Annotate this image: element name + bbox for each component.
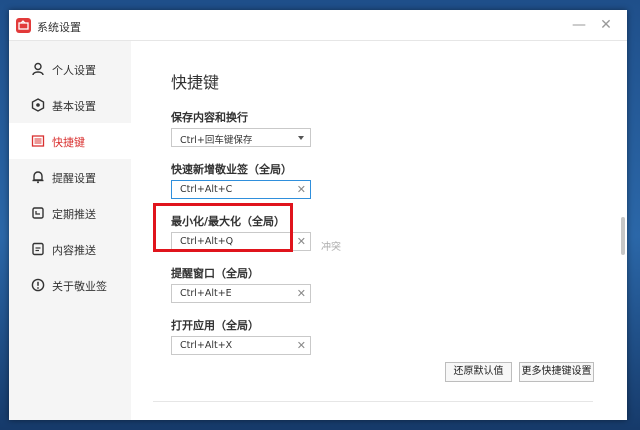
more-shortcuts-button[interactable]: 更多快捷键设置 bbox=[519, 362, 594, 382]
title-bar: 系统设置 — ✕ bbox=[9, 10, 627, 41]
document-icon bbox=[31, 242, 45, 256]
quick-add-shortcut-value: Ctrl+Alt+C bbox=[180, 184, 233, 195]
settings-window: 系统设置 — ✕ 个人设置 基本设置 快捷键 提醒设置 定期推送 内容推送 关于… bbox=[9, 10, 627, 420]
clear-icon[interactable]: ✕ bbox=[297, 338, 306, 354]
sidebar-item-shortcuts[interactable]: 快捷键 bbox=[9, 123, 131, 159]
sidebar-item-basic[interactable]: 基本设置 bbox=[9, 87, 131, 123]
clear-icon[interactable]: ✕ bbox=[297, 234, 306, 250]
open-app-label: 打开应用（全局） bbox=[171, 319, 259, 332]
close-button[interactable]: ✕ bbox=[597, 16, 615, 34]
bell-icon bbox=[31, 170, 45, 184]
user-icon bbox=[31, 62, 45, 76]
sidebar-item-label: 个人设置 bbox=[52, 64, 96, 77]
info-icon bbox=[31, 278, 45, 292]
sidebar-item-label: 内容推送 bbox=[52, 244, 96, 257]
window-title: 系统设置 bbox=[37, 21, 81, 34]
sidebar: 个人设置 基本设置 快捷键 提醒设置 定期推送 内容推送 关于敬业签 bbox=[9, 41, 131, 420]
reminder-window-shortcut-value: Ctrl+Alt+E bbox=[180, 288, 232, 299]
chevron-down-icon bbox=[298, 136, 304, 140]
reminder-window-shortcut-input[interactable]: Ctrl+Alt+E ✕ bbox=[171, 284, 311, 303]
app-logo-icon bbox=[16, 18, 31, 33]
save-and-newline-select[interactable]: Ctrl+回车键保存 bbox=[171, 128, 311, 147]
sidebar-item-label: 快捷键 bbox=[52, 136, 85, 149]
open-app-shortcut-value: Ctrl+Alt+X bbox=[180, 340, 233, 351]
sidebar-item-label: 基本设置 bbox=[52, 100, 96, 113]
scrollbar-thumb[interactable] bbox=[621, 217, 625, 255]
annotation-highlight-box bbox=[153, 203, 293, 252]
quick-add-shortcut-input[interactable]: Ctrl+Alt+C ✕ bbox=[171, 180, 311, 199]
sidebar-item-label: 提醒设置 bbox=[52, 172, 96, 185]
sidebar-item-personal[interactable]: 个人设置 bbox=[9, 51, 131, 87]
conflict-status: 冲突 bbox=[321, 242, 341, 253]
reminder-window-label: 提醒窗口（全局） bbox=[171, 267, 259, 280]
sidebar-item-scheduled-push[interactable]: 定期推送 bbox=[9, 195, 131, 231]
clear-icon[interactable]: ✕ bbox=[297, 182, 306, 198]
sidebar-item-label: 定期推送 bbox=[52, 208, 96, 221]
sidebar-item-reminder[interactable]: 提醒设置 bbox=[9, 159, 131, 195]
save-and-newline-value: Ctrl+回车键保存 bbox=[180, 135, 253, 146]
quick-add-label: 快速新增敬业签（全局） bbox=[171, 163, 292, 176]
settings-icon bbox=[31, 98, 45, 112]
open-app-shortcut-input[interactable]: Ctrl+Alt+X ✕ bbox=[171, 336, 311, 355]
restore-defaults-button[interactable]: 还原默认值 bbox=[445, 362, 512, 382]
keyboard-icon bbox=[31, 134, 45, 148]
save-and-newline-label: 保存内容和换行 bbox=[171, 111, 248, 124]
sidebar-item-label: 关于敬业签 bbox=[52, 280, 107, 293]
calendar-icon bbox=[31, 206, 45, 220]
minimize-button[interactable]: — bbox=[570, 16, 588, 34]
page-title: 快捷键 bbox=[171, 73, 220, 92]
divider bbox=[153, 401, 593, 402]
sidebar-item-about[interactable]: 关于敬业签 bbox=[9, 267, 131, 303]
sidebar-item-content-push[interactable]: 内容推送 bbox=[9, 231, 131, 267]
shortcut-settings-panel: 快捷键 保存内容和换行 Ctrl+回车键保存 快速新增敬业签（全局） Ctrl+… bbox=[131, 41, 627, 420]
clear-icon[interactable]: ✕ bbox=[297, 286, 306, 302]
